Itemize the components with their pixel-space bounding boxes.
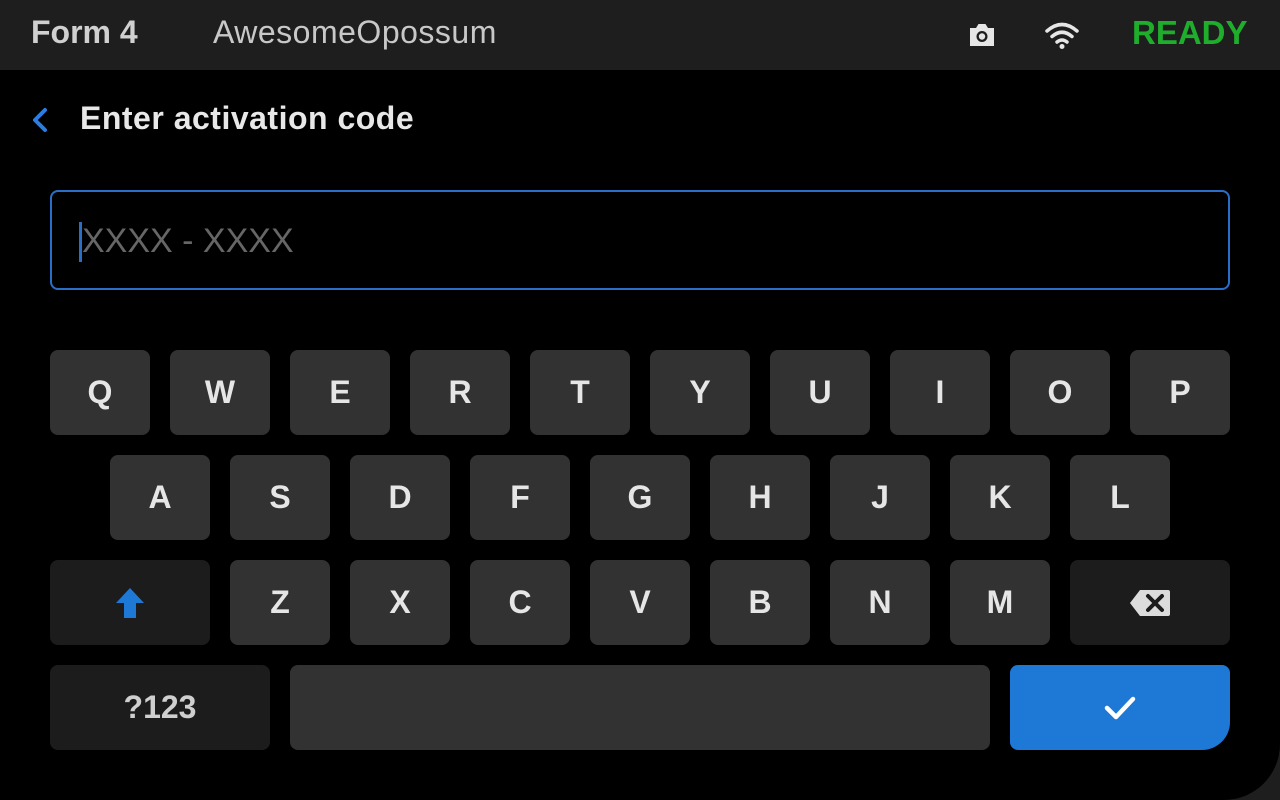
key-q[interactable]: Q: [50, 350, 150, 435]
activation-code-input[interactable]: [80, 214, 1184, 268]
wifi-icon[interactable]: [1044, 20, 1080, 50]
page-title: Enter activation code: [80, 100, 415, 136]
status-label: READY: [1132, 14, 1248, 51]
checkmark-icon: [1104, 696, 1136, 719]
printer-name: AwesomeOpossum: [213, 14, 497, 50]
activation-code-field[interactable]: [50, 190, 1230, 290]
key-e[interactable]: E: [290, 350, 390, 435]
text-caret: [79, 222, 82, 262]
key-p[interactable]: P: [1130, 350, 1230, 435]
key-i[interactable]: I: [890, 350, 990, 435]
symbols-key[interactable]: ?123: [50, 665, 270, 750]
key-o[interactable]: O: [1010, 350, 1110, 435]
backspace-key[interactable]: [1070, 560, 1230, 645]
key-f[interactable]: F: [470, 455, 570, 540]
key-c[interactable]: C: [470, 560, 570, 645]
key-r[interactable]: R: [410, 350, 510, 435]
status-bar: Form 4 AwesomeOpossum READY: [0, 0, 1280, 70]
key-s[interactable]: S: [230, 455, 330, 540]
page-header: Enter activation code: [0, 70, 1280, 170]
key-b[interactable]: B: [710, 560, 810, 645]
back-button[interactable]: [24, 102, 58, 138]
shift-arrow-icon: [116, 587, 144, 618]
key-d[interactable]: D: [350, 455, 450, 540]
key-n[interactable]: N: [830, 560, 930, 645]
key-m[interactable]: M: [950, 560, 1050, 645]
key-x[interactable]: X: [350, 560, 450, 645]
camera-icon[interactable]: [966, 20, 998, 50]
key-w[interactable]: W: [170, 350, 270, 435]
key-g[interactable]: G: [590, 455, 690, 540]
space-key[interactable]: [290, 665, 990, 750]
shift-key[interactable]: [50, 560, 210, 645]
key-h[interactable]: H: [710, 455, 810, 540]
key-t[interactable]: T: [530, 350, 630, 435]
key-z[interactable]: Z: [230, 560, 330, 645]
device-name: Form 4: [31, 14, 138, 50]
done-key[interactable]: [1010, 665, 1230, 750]
key-a[interactable]: A: [110, 455, 210, 540]
key-y[interactable]: Y: [650, 350, 750, 435]
key-l[interactable]: L: [1070, 455, 1170, 540]
key-v[interactable]: V: [590, 560, 690, 645]
screen-corner: [1224, 744, 1280, 800]
key-k[interactable]: K: [950, 455, 1050, 540]
key-u[interactable]: U: [770, 350, 870, 435]
key-j[interactable]: J: [830, 455, 930, 540]
backspace-icon: [1130, 589, 1170, 616]
